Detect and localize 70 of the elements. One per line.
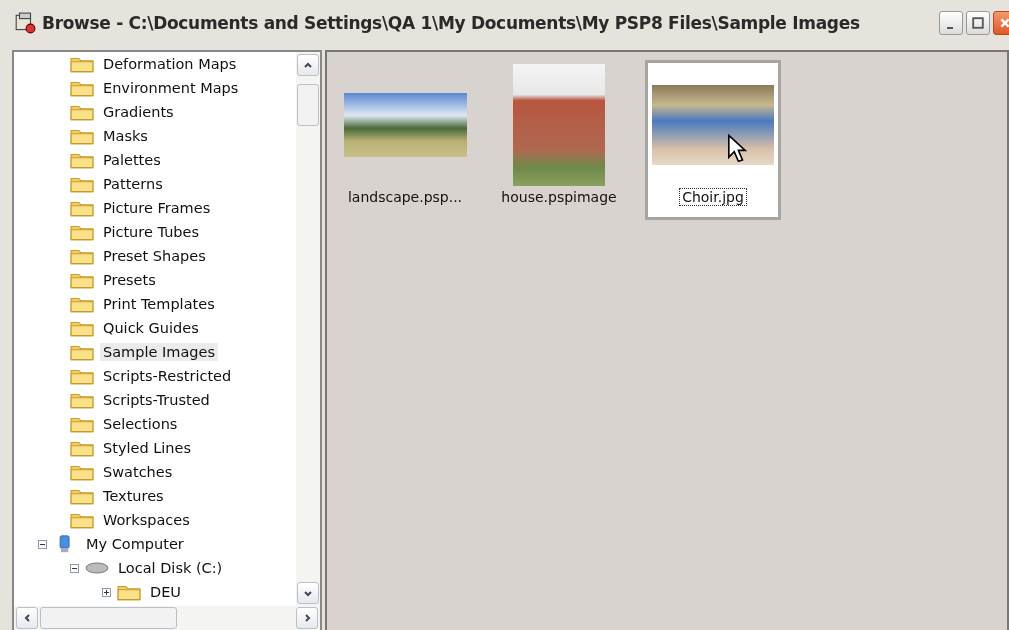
tree-item[interactable]: Palettes: [100, 151, 164, 169]
minimize-icon: [946, 27, 953, 29]
folder-icon: [70, 199, 94, 217]
folder-icon: [70, 367, 94, 385]
scroll-left-icon[interactable]: [22, 613, 32, 623]
minimize-button[interactable]: [939, 11, 963, 35]
tree-item[interactable]: Quick Guides: [100, 319, 202, 337]
disk-icon: [85, 559, 109, 577]
folder-icon: [70, 391, 94, 409]
maximize-icon: [972, 17, 984, 29]
scroll-up-icon[interactable]: [303, 60, 313, 70]
collapse-toggle[interactable]: [38, 539, 47, 549]
horizontal-scrollbar[interactable]: [14, 606, 320, 630]
file-thumbnail[interactable]: house.pspimage: [491, 60, 627, 220]
app-icon: [14, 12, 36, 34]
folder-icon: [70, 463, 94, 481]
tree-item[interactable]: Masks: [100, 127, 151, 145]
tree-item[interactable]: Textures: [100, 487, 167, 505]
tree-item[interactable]: Presets: [100, 271, 159, 289]
window-title: Browse - C:\Documents and Settings\QA 1\My Documents\My PSP8 Files\Sample Images: [42, 13, 860, 33]
tree-item[interactable]: DEU: [147, 583, 184, 601]
file-name: Choir.jpg: [680, 189, 746, 205]
vertical-scrollbar[interactable]: [296, 52, 320, 606]
folder-icon: [70, 223, 94, 241]
tree-item[interactable]: Preset Shapes: [100, 247, 209, 265]
folder-icon: [70, 487, 94, 505]
folder-icon: [70, 55, 94, 73]
folder-icon: [70, 127, 94, 145]
folder-icon: [70, 343, 94, 361]
tree-item[interactable]: Scripts-Trusted: [100, 391, 213, 409]
scroll-down-icon[interactable]: [303, 588, 313, 598]
tree-item[interactable]: Environment Maps: [100, 79, 242, 97]
tree-item[interactable]: Picture Frames: [100, 199, 214, 217]
folder-icon: [70, 151, 94, 169]
folder-icon: [70, 175, 94, 193]
tree-item[interactable]: My Computer: [83, 535, 187, 553]
tree-item[interactable]: Deformation Maps: [100, 55, 240, 73]
file-name: landscape.psp...: [346, 189, 464, 205]
tree-item[interactable]: Workspaces: [100, 511, 193, 529]
folder-icon: [70, 415, 94, 433]
tree-item[interactable]: Print Templates: [100, 295, 218, 313]
tree-item[interactable]: Local Disk (C:): [115, 559, 226, 577]
folder-icon: [70, 511, 94, 529]
folder-icon: [70, 439, 94, 457]
tree-item[interactable]: Scripts-Restricted: [100, 367, 235, 385]
mouse-pointer-icon: [727, 134, 747, 164]
tree-item[interactable]: Swatches: [100, 463, 176, 481]
scroll-right-icon[interactable]: [302, 613, 312, 623]
folder-icon: [70, 295, 94, 313]
folder-icon: [117, 583, 141, 601]
close-icon: [999, 17, 1009, 29]
folder-icon: [70, 247, 94, 265]
tree-item[interactable]: Selections: [100, 415, 181, 433]
folder-icon: [70, 271, 94, 289]
file-thumbnail[interactable]: Choir.jpg: [645, 60, 781, 220]
scroll-thumb[interactable]: [297, 84, 319, 126]
expand-toggle[interactable]: [102, 587, 111, 597]
folder-icon: [70, 79, 94, 97]
tree-item[interactable]: Styled Lines: [100, 439, 194, 457]
tree-item[interactable]: Gradients: [100, 103, 177, 121]
tree-item[interactable]: Picture Tubes: [100, 223, 202, 241]
folder-icon: [70, 319, 94, 337]
collapse-toggle[interactable]: [70, 563, 79, 573]
tree-item[interactable]: Sample Images: [100, 343, 218, 361]
maximize-button[interactable]: [966, 11, 990, 35]
file-thumbnail[interactable]: landscape.psp...: [337, 60, 473, 220]
tree-item[interactable]: Patterns: [100, 175, 166, 193]
scroll-thumb[interactable]: [40, 607, 177, 629]
file-name: house.pspimage: [500, 189, 618, 205]
folder-icon: [70, 103, 94, 121]
